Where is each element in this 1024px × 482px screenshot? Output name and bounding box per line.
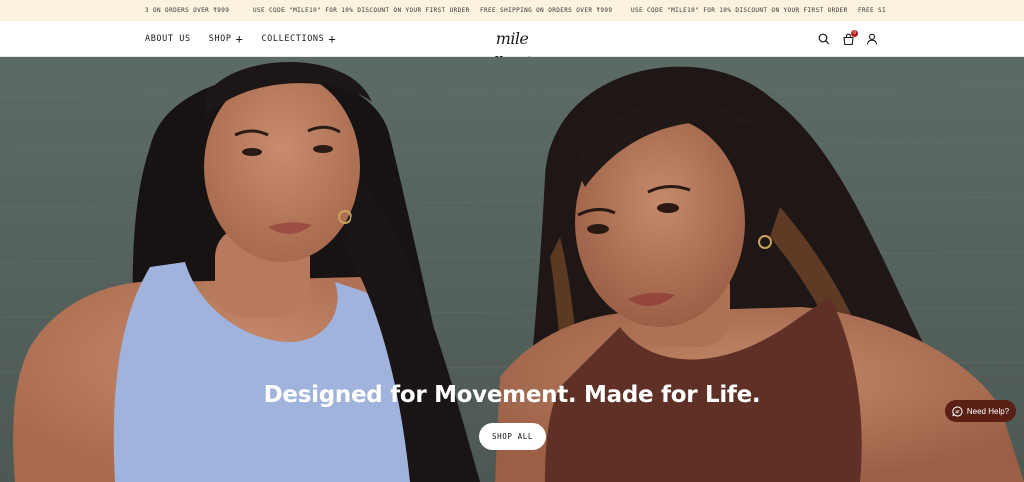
search-icon bbox=[818, 33, 830, 45]
nav-label: COLLECTIONS bbox=[261, 34, 325, 44]
main-nav: ABOUT US SHOP + COLLECTIONS + bbox=[145, 21, 354, 57]
account-button[interactable] bbox=[860, 27, 884, 51]
need-help-button[interactable]: Need Help? bbox=[945, 400, 1016, 422]
nav-about-us[interactable]: ABOUT US bbox=[145, 34, 191, 44]
announcement-item: USE CODE "MILE10" FOR 10% DISCOUNT ON YO… bbox=[253, 7, 470, 14]
shop-all-button[interactable]: SHOP ALL bbox=[479, 423, 546, 450]
announcement-item: 3 ON ORDERS OVER ₹999 bbox=[145, 7, 230, 14]
account-icon bbox=[866, 33, 878, 45]
announcement-bar: 3 ON ORDERS OVER ₹999 USE CODE "MILE10" … bbox=[0, 0, 1024, 21]
plus-icon: + bbox=[328, 32, 337, 46]
header-icons: 0 bbox=[812, 21, 884, 57]
plus-icon: + bbox=[235, 32, 244, 46]
announcement-item: USE CODE "MILE10" FOR 10% DISCOUNT ON YO… bbox=[631, 7, 848, 14]
help-label: Need Help? bbox=[966, 406, 1010, 416]
search-button[interactable] bbox=[812, 27, 836, 51]
chat-icon bbox=[952, 405, 963, 416]
hero-image bbox=[0, 57, 1024, 482]
site-logo[interactable]: mile collective bbox=[466, 27, 558, 72]
site-header: ABOUT US SHOP + COLLECTIONS + mile colle… bbox=[0, 21, 1024, 72]
nav-shop[interactable]: SHOP + bbox=[208, 32, 244, 46]
cart-button[interactable]: 0 bbox=[836, 27, 860, 51]
hero-banner: Designed for Movement. Made for Life. SH… bbox=[0, 57, 1024, 482]
announcement-track: 3 ON ORDERS OVER ₹999 USE CODE "MILE10" … bbox=[0, 0, 1024, 21]
announcement-item: FREE SI bbox=[858, 7, 887, 14]
cart-count-badge: 0 bbox=[851, 30, 858, 37]
nav-collections[interactable]: COLLECTIONS + bbox=[261, 32, 337, 46]
hero-headline: Designed for Movement. Made for Life. bbox=[263, 382, 761, 408]
nav-label: SHOP bbox=[208, 34, 232, 44]
nav-label: ABOUT US bbox=[145, 34, 191, 44]
announcement-item: FREE SHIPPING ON ORDERS OVER ₹999 bbox=[480, 7, 613, 14]
